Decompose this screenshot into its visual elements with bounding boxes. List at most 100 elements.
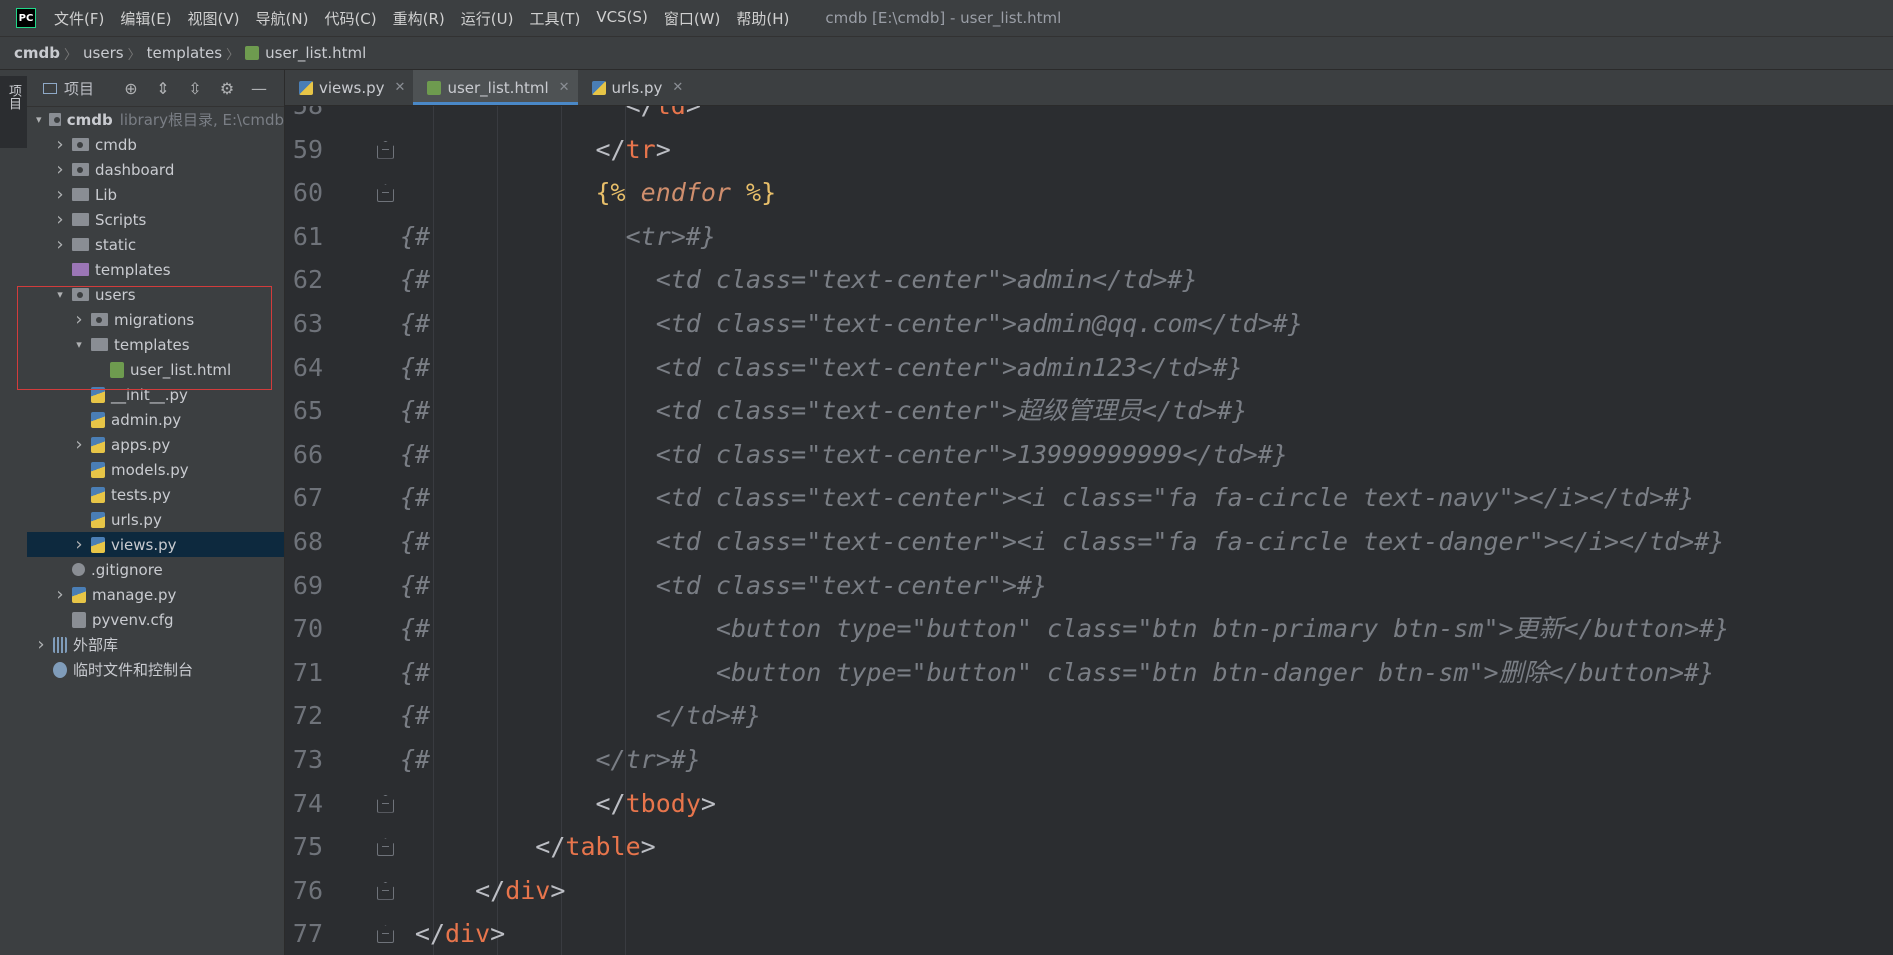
breadcrumb-project[interactable]: cmdb [14, 44, 60, 62]
line-number: 71 [292, 657, 323, 687]
code-line[interactable]: 74 </tbody> [285, 782, 1893, 826]
menu-item[interactable]: 文件(F) [46, 8, 112, 29]
chevron-right-icon[interactable]: › [52, 184, 68, 205]
code-line[interactable]: 64 {# <td class="text-center">admin123</td… [285, 346, 1893, 390]
tree-item[interactable]: ▾ templates [27, 332, 284, 357]
menu-item[interactable]: 视图(V) [180, 8, 248, 29]
code-text: <td class="text-center"><i class="fa fa-… [655, 483, 1695, 513]
chevron-right-icon[interactable]: › [71, 534, 87, 555]
editor-tab[interactable]: urls.py ✕ [578, 70, 692, 105]
code-line[interactable]: 72 {# </td>#} [285, 694, 1893, 738]
menu-item[interactable]: 工具(T) [521, 8, 588, 29]
tree-item[interactable]: pyvenv.cfg [27, 607, 284, 632]
tree-item[interactable]: user_list.html [27, 357, 284, 382]
tree-item[interactable]: ▾ users [27, 282, 284, 307]
chevron-down-icon[interactable]: ▾ [52, 288, 68, 301]
collapse-all-icon[interactable]: ⇳ [179, 79, 211, 98]
menu-item[interactable]: 运行(U) [453, 8, 522, 29]
locate-target-icon[interactable]: ⊕ [115, 79, 147, 98]
close-icon[interactable]: ✕ [559, 80, 570, 95]
close-icon[interactable]: ✕ [672, 80, 683, 95]
code-line[interactable]: 76 </div> [285, 869, 1893, 913]
comment-marker: {# [400, 221, 431, 251]
tree-item[interactable]: templates [27, 257, 284, 282]
pycharm-logo-icon: PC [16, 8, 36, 28]
code-line[interactable]: 59 </tr> [285, 128, 1893, 172]
tree-item[interactable]: › static [27, 232, 284, 257]
chevron-down-icon[interactable]: ▾ [71, 338, 87, 351]
breadcrumb-file[interactable]: user_list.html [265, 44, 366, 62]
code-editor[interactable]: 58</td>59</tr>60{% endfor %}61{#<tr>#}62… [285, 106, 1893, 955]
fold-marker-icon[interactable] [377, 882, 394, 900]
tree-item[interactable]: __init__.py [27, 382, 284, 407]
chevron-right-icon[interactable]: › [52, 584, 68, 605]
code-line[interactable]: 77 </div> [285, 912, 1893, 955]
minimize-icon[interactable]: — [243, 79, 275, 98]
tree-item[interactable]: 临时文件和控制台 [27, 657, 284, 682]
breadcrumb-users[interactable]: users [83, 44, 124, 62]
code-line[interactable]: 60 {% endfor %} [285, 171, 1893, 215]
code-line[interactable]: 66 {# <td class="text-center">13999999999<… [285, 433, 1893, 477]
tree-item[interactable]: tests.py [27, 482, 284, 507]
menu-item[interactable]: 编辑(E) [112, 8, 179, 29]
code-line[interactable]: 58 </td> [285, 106, 1893, 128]
fold-marker-icon[interactable] [377, 184, 394, 202]
code-line[interactable]: 71 {# <button type="button" class="btn btn… [285, 651, 1893, 695]
menu-item[interactable]: 重构(R) [385, 8, 453, 29]
tree-item[interactable]: › apps.py [27, 432, 284, 457]
code-line[interactable]: 68 {# <td class="text-center"><i class="fa… [285, 520, 1893, 564]
close-icon[interactable]: ✕ [395, 80, 406, 95]
chevron-right-icon[interactable]: › [52, 134, 68, 155]
folder-icon [91, 313, 108, 326]
fold-marker-icon[interactable] [377, 838, 394, 856]
chevron-right-icon[interactable]: › [71, 434, 87, 455]
code-line[interactable]: 61 {# <tr>#} [285, 215, 1893, 259]
breadcrumb-templates[interactable]: templates [147, 44, 223, 62]
chevron-right-icon[interactable]: › [33, 634, 49, 655]
menu-item[interactable]: 代码(C) [316, 8, 384, 29]
code-line[interactable]: 63 {# <td class="text-center">admin@qq.com… [285, 302, 1893, 346]
line-number: 69 [292, 570, 323, 600]
menu-item[interactable]: 导航(N) [248, 8, 317, 29]
chevron-right-icon[interactable]: › [52, 234, 68, 255]
code-line[interactable]: 65 {# <td class="text-center">超级管理员</td>#} [285, 389, 1893, 433]
tree-item[interactable]: › Scripts [27, 207, 284, 232]
editor-tab[interactable]: user_list.html ✕ [413, 70, 578, 105]
tree-item[interactable]: › cmdb [27, 132, 284, 157]
tree-item[interactable]: urls.py [27, 507, 284, 532]
line-number: 59 [292, 134, 323, 164]
tree-item[interactable]: › migrations [27, 307, 284, 332]
code-line[interactable]: 69 {# <td class="text-center">#} [285, 564, 1893, 608]
tree-item[interactable]: › 外部库 [27, 632, 284, 657]
tree-item[interactable]: admin.py [27, 407, 284, 432]
fold-marker-icon[interactable] [377, 141, 394, 159]
menu-item[interactable]: 窗口(W) [656, 8, 729, 29]
tree-item[interactable]: › manage.py [27, 582, 284, 607]
tree-item[interactable]: › views.py [27, 532, 284, 557]
code-line[interactable]: 62 {# <td class="text-center">admin</td>#} [285, 258, 1893, 302]
code-line[interactable]: 75 </table> [285, 825, 1893, 869]
tree-item[interactable]: ▾ cmdb library根目录, E:\cmdb [27, 107, 284, 132]
fold-marker-icon[interactable] [377, 795, 394, 813]
chevron-right-icon[interactable]: › [52, 209, 68, 230]
editor-tab[interactable]: views.py ✕ [285, 70, 413, 105]
folder-icon [72, 213, 89, 226]
expand-all-icon[interactable]: ⇕ [147, 79, 179, 98]
fold-marker-icon[interactable] [377, 925, 394, 943]
tree-item[interactable]: › Lib [27, 182, 284, 207]
tree-item[interactable]: models.py [27, 457, 284, 482]
code-line[interactable]: 67 {# <td class="text-center"><i class="fa… [285, 476, 1893, 520]
code-token: </ [414, 919, 445, 949]
tree-item[interactable]: .gitignore [27, 557, 284, 582]
project-tool-window-button[interactable]: 项目 [0, 76, 27, 148]
chevron-right-icon[interactable]: › [71, 309, 87, 330]
code-line[interactable]: 73 {# </tr>#} [285, 738, 1893, 782]
chevron-down-icon[interactable]: ▾ [33, 113, 45, 126]
code-line[interactable]: 70 {# <button type="button" class="btn btn… [285, 607, 1893, 651]
tree-item[interactable]: › dashboard [27, 157, 284, 182]
gear-icon[interactable]: ⚙ [211, 79, 243, 98]
menu-item[interactable]: VCS(S) [588, 8, 655, 29]
chevron-right-icon[interactable]: › [52, 159, 68, 180]
menu-item[interactable]: 帮助(H) [728, 8, 797, 29]
project-view-selector[interactable]: 项目 [43, 78, 115, 99]
